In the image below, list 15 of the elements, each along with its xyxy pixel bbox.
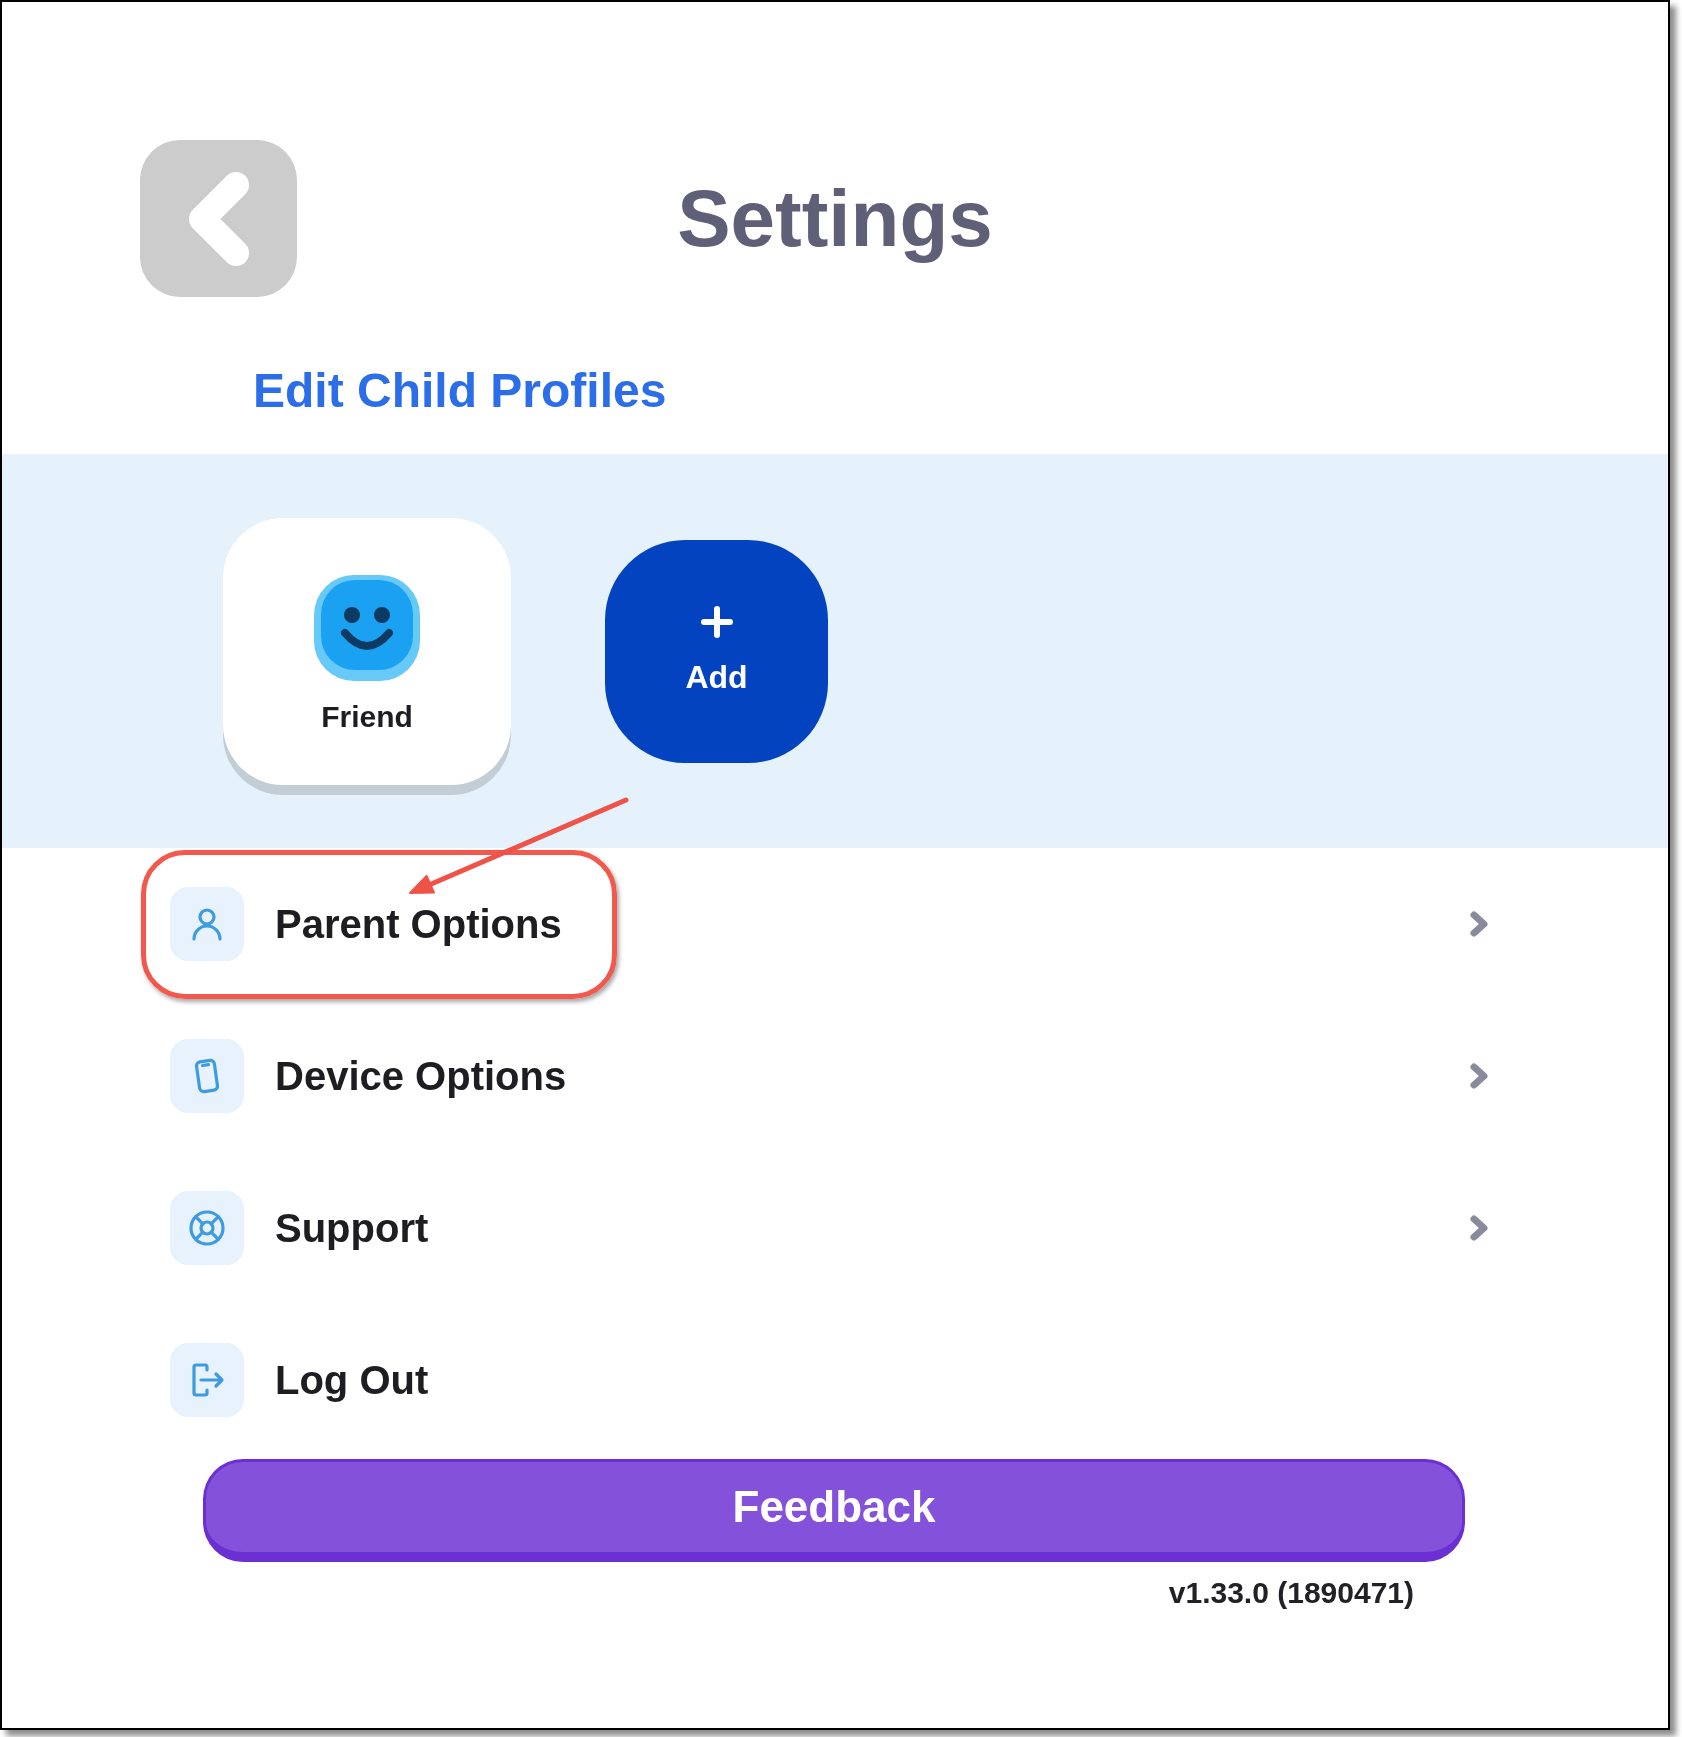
plus-icon	[700, 606, 733, 638]
phone-icon	[170, 1039, 244, 1113]
logout-icon	[170, 1343, 244, 1417]
back-button[interactable]	[140, 140, 297, 297]
menu-item[interactable]: Device Options	[170, 1000, 1490, 1152]
menu-item[interactable]: Log Out	[170, 1304, 1490, 1456]
add-profile-button[interactable]: Add	[605, 539, 828, 763]
menu-item[interactable]: Support	[170, 1152, 1490, 1304]
feedback-button[interactable]: Feedback	[203, 1459, 1465, 1562]
menu-item[interactable]: Parent Options	[170, 848, 1490, 1000]
page-title: Settings	[677, 172, 993, 265]
section-heading: Edit Child Profiles	[253, 363, 667, 419]
lifebuoy-icon	[170, 1191, 244, 1265]
person-icon	[170, 887, 244, 961]
version-label: v1.33.0 (1890471)	[1168, 1575, 1414, 1611]
